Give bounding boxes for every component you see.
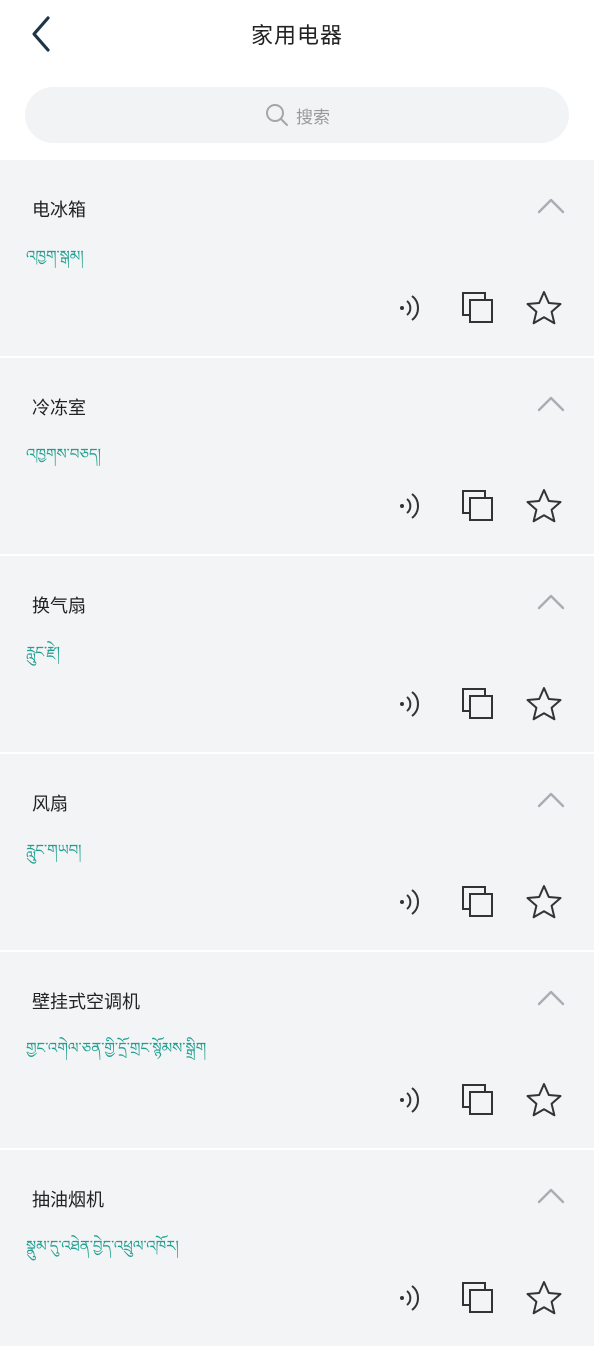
favorite-button[interactable]: [524, 1278, 564, 1318]
item-actions: [366, 882, 564, 922]
speak-button[interactable]: [392, 486, 432, 526]
speak-button[interactable]: [392, 684, 432, 724]
sound-icon: [400, 1285, 419, 1311]
star-icon: [526, 687, 562, 721]
copy-button[interactable]: [458, 288, 498, 328]
copy-icon: [462, 688, 493, 719]
list-item: 壁挂式空调机 གྱང་འགེལ་ཅན་གྱི་དྲོ་གྲང་སྙོམས་སྒྲ…: [0, 952, 594, 1148]
speak-button[interactable]: [392, 288, 432, 328]
list-item: 冷冻室 འཁྱགས་བཅད།: [0, 358, 594, 554]
list-item: 抽油烟机 སྣུམ་དུ་འཐེན་བྱེད་འཕྲུལ་འཁོར།: [0, 1150, 594, 1346]
star-icon: [526, 1083, 562, 1117]
star-icon: [526, 291, 562, 325]
chevron-up-icon[interactable]: [536, 790, 566, 810]
chevron-up-icon[interactable]: [536, 592, 566, 612]
entry-list: 电冰箱 འཁྱག་སྒམ། 冷冻室 འཁྱགས་བཅད། 换气扇 རླུང་རྫ…: [0, 160, 594, 1348]
star-icon: [526, 1281, 562, 1315]
sound-icon: [400, 295, 419, 321]
tibetan-term: རླུང་རྫེ།: [26, 643, 60, 661]
search-placeholder: 搜索: [296, 107, 330, 128]
copy-icon: [462, 886, 493, 917]
chevron-up-icon[interactable]: [536, 394, 566, 414]
header: 家用电器: [0, 0, 594, 72]
tibetan-term: རླུང་གཡབ།: [26, 841, 82, 859]
chinese-term: 抽油烟机: [32, 1190, 104, 1211]
favorite-button[interactable]: [524, 684, 564, 724]
list-item: 换气扇 རླུང་རྫེ།: [0, 556, 594, 752]
page-title: 家用电器: [250, 24, 343, 49]
search-bar-wrapper: 搜索: [0, 72, 594, 143]
tibetan-term: གྱང་འགེལ་ཅན་གྱི་དྲོ་གྲང་སྙོམས་སྒྲིག: [26, 1039, 207, 1057]
sound-icon: [400, 889, 419, 915]
copy-icon: [462, 490, 493, 521]
chevron-up-icon[interactable]: [536, 988, 566, 1008]
copy-button[interactable]: [458, 1080, 498, 1120]
copy-button[interactable]: [458, 486, 498, 526]
chinese-term: 风扇: [32, 794, 68, 815]
sound-icon: [400, 493, 419, 519]
speak-button[interactable]: [392, 882, 432, 922]
chinese-term: 壁挂式空调机: [32, 992, 140, 1013]
star-icon: [526, 489, 562, 523]
star-icon: [526, 885, 562, 919]
tibetan-term: འཁྱག་སྒམ།: [26, 247, 84, 265]
chinese-term: 换气扇: [32, 596, 86, 617]
search-icon: [266, 104, 288, 126]
chevron-up-icon[interactable]: [536, 1186, 566, 1206]
item-actions: [366, 1080, 564, 1120]
favorite-button[interactable]: [524, 882, 564, 922]
favorite-button[interactable]: [524, 486, 564, 526]
favorite-button[interactable]: [524, 1080, 564, 1120]
chevron-up-icon[interactable]: [536, 196, 566, 216]
tibetan-term: འཁྱགས་བཅད།: [26, 445, 101, 463]
item-actions: [366, 486, 564, 526]
copy-button[interactable]: [458, 882, 498, 922]
speak-button[interactable]: [392, 1080, 432, 1120]
speak-button[interactable]: [392, 1278, 432, 1318]
copy-icon: [462, 292, 493, 323]
list-item: 风扇 རླུང་གཡབ།: [0, 754, 594, 950]
item-actions: [366, 1278, 564, 1318]
search-input[interactable]: 搜索: [25, 87, 569, 143]
tibetan-term: སྣུམ་དུ་འཐེན་བྱེད་འཕྲུལ་འཁོར།: [26, 1237, 179, 1255]
chinese-term: 冷冻室: [32, 398, 86, 419]
chinese-term: 电冰箱: [32, 200, 86, 221]
sound-icon: [400, 1087, 419, 1113]
item-actions: [366, 684, 564, 724]
copy-icon: [462, 1084, 493, 1115]
sound-icon: [400, 691, 419, 717]
copy-icon: [462, 1282, 493, 1313]
favorite-button[interactable]: [524, 288, 564, 328]
list-item: 电冰箱 འཁྱག་སྒམ།: [0, 160, 594, 356]
copy-button[interactable]: [458, 1278, 498, 1318]
item-actions: [366, 288, 564, 328]
copy-button[interactable]: [458, 684, 498, 724]
